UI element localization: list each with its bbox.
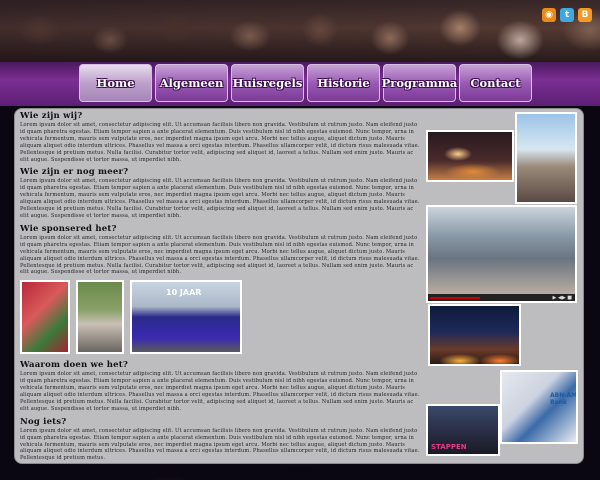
- banner-caption: ABN·AMRO Bank: [550, 392, 578, 406]
- section-body: Lorem ipsum dolor sit amet, consectetur …: [20, 122, 420, 163]
- photo-night-crowd[interactable]: [428, 304, 521, 366]
- photo-row: 10 JAAR: [20, 280, 422, 355]
- photo-bus[interactable]: 10 JAAR: [130, 280, 242, 355]
- section-title: Wie sponsered het?: [20, 223, 117, 234]
- video-controls[interactable]: ▶ ◀▶ ■: [428, 294, 575, 301]
- tab-programma[interactable]: Programma: [382, 64, 457, 102]
- section-title: Waarom doen we het?: [20, 360, 129, 371]
- tab-historie[interactable]: Historie: [307, 64, 380, 102]
- photo-street[interactable]: [76, 280, 124, 355]
- stappen-caption: STAPPEN: [431, 443, 467, 451]
- photo-sponsor-banner[interactable]: ABN·AMRO Bank: [500, 370, 578, 444]
- social-icons: ◉ t B: [542, 8, 592, 22]
- tab-huisregels[interactable]: Huisregels: [231, 64, 304, 102]
- photo-town-square[interactable]: [515, 112, 577, 204]
- video-control-icons[interactable]: ▶ ◀▶ ■: [553, 295, 572, 301]
- tab-algemeen[interactable]: Algemeen: [155, 64, 228, 102]
- section-title: Wie zijn er nog meer?: [20, 167, 129, 178]
- video-progress[interactable]: [430, 297, 480, 299]
- main-nav: Home Algemeen Huisregels Historie Progra…: [79, 64, 532, 102]
- tab-contact[interactable]: Contact: [459, 64, 532, 102]
- section-wie-zijn-er-nog-meer: Wie zijn er nog meer? Lorem ipsum dolor …: [20, 167, 422, 219]
- main-content: Wie zijn wij? Lorem ipsum dolor sit amet…: [20, 111, 422, 466]
- section-body: Lorem ipsum dolor sit amet, consectetur …: [20, 371, 420, 412]
- photo-video-still[interactable]: ▶ ◀▶ ■: [426, 205, 577, 303]
- section-body: Lorem ipsum dolor sit amet, consectetur …: [20, 178, 420, 219]
- section-nog-iets: Nog iets? Lorem ipsum dolor sit amet, co…: [20, 417, 422, 463]
- banner-overlay: [0, 0, 600, 62]
- section-wie-sponsered-het: Wie sponsered het? Lorem ipsum dolor sit…: [20, 224, 422, 276]
- section-body: Lorem ipsum dolor sit amet, consectetur …: [20, 234, 420, 276]
- photo-performer[interactable]: [20, 280, 70, 355]
- section-wie-zijn-wij: Wie zijn wij? Lorem ipsum dolor sit amet…: [20, 111, 422, 163]
- twitter-icon[interactable]: t: [560, 8, 574, 22]
- section-title: Wie zijn wij?: [20, 111, 83, 121]
- section-title: Nog iets?: [20, 416, 67, 427]
- photo-group-posing[interactable]: STAPPEN: [426, 404, 500, 456]
- blogger-icon[interactable]: B: [578, 8, 592, 22]
- tab-home[interactable]: Home: [79, 64, 152, 102]
- section-body: Lorem ipsum dolor sit amet, consectetur …: [20, 427, 420, 462]
- photo-stage[interactable]: [426, 130, 514, 182]
- section-waarom-doen-we-het: Waarom doen we het? Lorem ipsum dolor si…: [20, 360, 422, 412]
- bus-caption: 10 JAAR: [166, 288, 202, 298]
- rss-icon[interactable]: ◉: [542, 8, 556, 22]
